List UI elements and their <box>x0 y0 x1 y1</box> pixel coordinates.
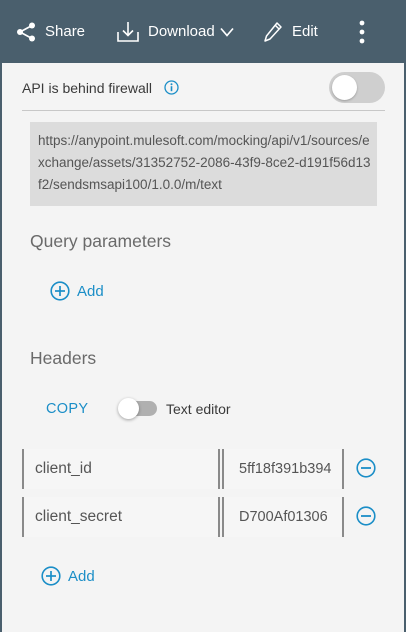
plus-circle-icon <box>41 566 61 586</box>
firewall-row: API is behind firewall <box>2 63 404 111</box>
header-row: client_id 5ff18f391b394 <box>22 449 384 489</box>
copy-button[interactable]: COPY <box>46 401 88 417</box>
endpoint-url: https://anypoint.mulesoft.com/mocking/ap… <box>30 122 377 206</box>
add-label: Add <box>77 282 104 300</box>
toggle-knob <box>118 398 139 419</box>
edit-label: Edit <box>292 23 318 40</box>
download-button[interactable]: Download <box>116 0 234 63</box>
toggle-knob <box>332 75 357 100</box>
add-query-parameter-button[interactable]: Add <box>50 281 104 301</box>
toolbar: Share Download Edit <box>0 0 406 63</box>
text-editor-label: Text editor <box>166 401 231 417</box>
share-icon <box>15 21 37 43</box>
info-icon[interactable] <box>164 80 179 95</box>
pencil-icon <box>263 21 283 43</box>
more-options-button[interactable] <box>352 0 372 63</box>
firewall-label: API is behind firewall <box>22 80 152 96</box>
query-parameters-title: Query parameters <box>30 231 172 251</box>
plus-circle-icon <box>50 281 70 301</box>
divider <box>22 110 385 111</box>
firewall-toggle[interactable] <box>329 72 385 103</box>
header-value-input[interactable]: D700Af01306 <box>222 497 344 537</box>
add-label: Add <box>68 567 95 585</box>
headers-title: Headers <box>30 348 97 368</box>
header-name-input[interactable]: client_secret <box>22 497 220 537</box>
api-console-panel: API is behind firewall https://anypoint.… <box>2 63 404 632</box>
chevron-down-icon <box>220 27 234 37</box>
add-header-button[interactable]: Add <box>41 566 95 586</box>
header-name-input[interactable]: client_id <box>22 449 220 489</box>
share-label: Share <box>45 23 86 40</box>
remove-header-button[interactable] <box>356 506 376 526</box>
header-value-input[interactable]: 5ff18f391b394 <box>222 449 344 489</box>
more-vertical-icon <box>359 20 365 44</box>
text-editor-toggle[interactable] <box>118 398 157 419</box>
header-row: client_secret D700Af01306 <box>22 497 384 537</box>
remove-header-button[interactable] <box>356 458 376 478</box>
download-icon <box>116 21 140 43</box>
share-button[interactable]: Share <box>15 0 85 63</box>
download-label: Download <box>148 23 215 40</box>
edit-button[interactable]: Edit <box>263 0 318 63</box>
